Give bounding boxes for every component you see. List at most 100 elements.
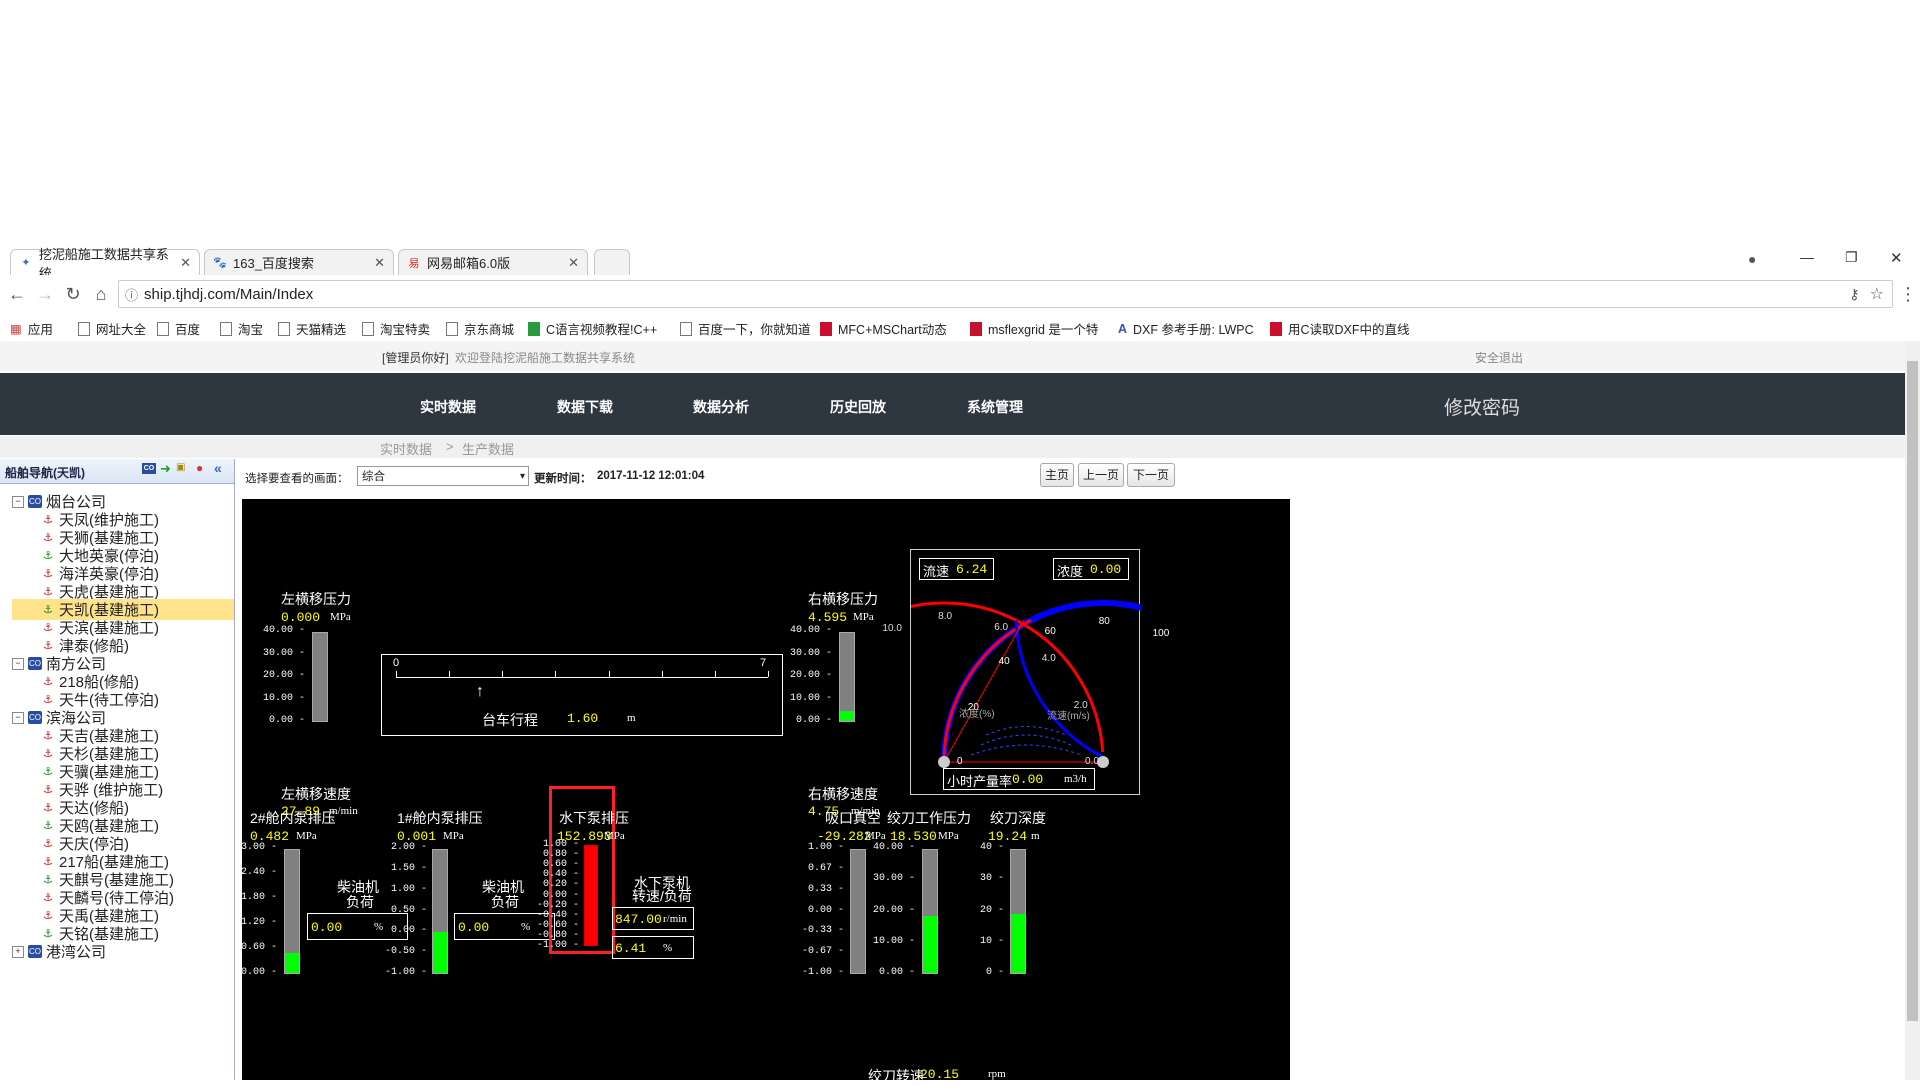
scale-tick-label: 2.00 - (390, 842, 427, 853)
collapse-toggle-icon[interactable]: − (12, 495, 24, 508)
scale-tick-label: 10.00 - (262, 692, 305, 704)
ship-status-icon: ⚓ (43, 909, 53, 922)
cutter-pressure-unit: MPa (938, 830, 959, 842)
back-icon[interactable]: ← (6, 283, 28, 305)
browser-tabstrip: ✦ 挖泥船施工数据共享系统 ✕ 🐾 163_百度搜索 ✕ 易 网易邮箱6.0版 … (0, 243, 1920, 281)
key-icon[interactable]: ⚷ (1849, 286, 1859, 303)
flow-tick-label: 10.0 (882, 622, 902, 634)
ship-status-icon: ⚓ (43, 765, 53, 778)
company-view-icon[interactable]: CO (142, 463, 156, 474)
collapse-toggle-icon[interactable]: − (12, 657, 24, 670)
sidebar-title: 船舶导航(天凯) (5, 466, 85, 480)
menu-icon[interactable]: ⋮ (1897, 283, 1919, 305)
pro-icon[interactable]: ▣ (176, 462, 185, 473)
right-shift-speed-label: 右横移速度 (808, 786, 878, 802)
new-tab-button[interactable] (594, 249, 630, 275)
home-page-button[interactable]: 主页 (1040, 463, 1074, 487)
close-icon[interactable]: ✕ (374, 255, 385, 271)
arrow-icon[interactable]: ➜ (160, 461, 171, 477)
page-icon (446, 321, 458, 336)
bar-fill (585, 846, 597, 945)
bookmark-item[interactable]: MFC+MSChart动态 (820, 319, 947, 338)
next-page-button[interactable]: 下一页 (1127, 463, 1175, 487)
ship-status-icon: ⚓ (43, 927, 53, 940)
collapse-toggle-icon[interactable]: − (12, 711, 24, 724)
scale-tick-label: 40.00 - (262, 625, 305, 636)
tab-baidu[interactable]: 🐾 163_百度搜索 ✕ (204, 249, 394, 275)
carriage-unit: m (627, 712, 636, 724)
reload-icon[interactable]: ↻ (62, 283, 84, 305)
scale-tick-label: 20.00 - (872, 904, 915, 916)
nav-download[interactable]: 数据下载 (557, 397, 613, 417)
tree-company-node[interactable]: + CO 港湾公司 (12, 941, 106, 962)
nav-system[interactable]: 系统管理 (967, 397, 1023, 417)
bookmark-item[interactable]: 淘宝特卖 (362, 319, 430, 338)
screen-select[interactable]: 综合 ▾ (357, 466, 529, 486)
carriage-scale (396, 677, 768, 678)
welcome-text: 欢迎登陆挖泥船施工数据共享系统 (455, 351, 636, 365)
underwater-motor-load-box: 6.41 % (612, 936, 694, 959)
ship-status-icon: ⚓ (43, 603, 53, 616)
window-close-icon[interactable]: ✕ (1890, 249, 1903, 267)
ship-status-icon: ⚓ (43, 567, 53, 580)
map-pin-icon[interactable]: ● (196, 461, 203, 475)
minimize-icon[interactable]: — (1800, 249, 1814, 265)
prev-page-button[interactable]: 上一页 (1078, 463, 1124, 487)
bookmark-item[interactable]: 网址大全 (78, 319, 146, 338)
change-password-link[interactable]: 修改密码 (1444, 393, 1520, 420)
bookmark-item[interactable]: 用C读取DXF中的直线 (1270, 319, 1410, 338)
csdn-icon (820, 321, 832, 336)
page-icon (680, 321, 692, 336)
carriage-tick (449, 671, 451, 677)
tab-ship-system[interactable]: ✦ 挖泥船施工数据共享系统 ✕ (10, 247, 200, 281)
bookmark-item[interactable]: 天猫精选 (278, 319, 346, 338)
scale-tick-label: 40.00 - (872, 842, 915, 853)
profile-icon[interactable]: ● (1748, 251, 1756, 267)
pump2-unit: MPa (296, 830, 317, 842)
scada-screen: 左横移压力 0.000 MPa 40.00 -30.00 -20.00 -10.… (240, 499, 1290, 1084)
scale-tick-label: 1.80 - (240, 892, 277, 903)
home-icon[interactable]: ⌂ (90, 283, 112, 305)
bar-fill (923, 916, 937, 973)
restore-icon[interactable]: ❐ (1845, 249, 1858, 266)
cutter-depth-bar (1010, 849, 1026, 974)
flow-tick-label: 4.0 (1041, 652, 1056, 664)
page-scrollbar[interactable] (1905, 341, 1920, 1080)
user-greeting: [管理员你好] (382, 351, 449, 365)
logout-link[interactable]: 安全退出 (1475, 349, 1523, 366)
cutter-pressure-scale: 40.00 - 30.00 - 20.00 - 10.00 - 0.00 - (873, 842, 915, 978)
close-icon[interactable]: ✕ (180, 255, 191, 271)
bookmark-item[interactable]: 京东商城 (446, 319, 514, 338)
bookmark-item[interactable]: C语言视频教程!C++ (528, 319, 657, 338)
collapse-icon[interactable]: « (214, 460, 222, 476)
left-shift-pressure-value: 0.000 (281, 610, 321, 625)
close-icon[interactable]: ✕ (568, 255, 579, 271)
forward-icon[interactable]: → (34, 283, 56, 305)
bookmark-item[interactable]: 百度一下，你就知道 (680, 319, 811, 338)
page-icon (220, 321, 232, 336)
bookmark-item[interactable]: 淘宝 (220, 319, 263, 338)
bookmark-item[interactable]: A DXF 参考手册: LWPC (1118, 319, 1254, 338)
scale-tick-label: -1.00 - (801, 967, 844, 978)
ship-status-icon: ⚓ (43, 693, 53, 706)
scrollbar-thumb[interactable] (1907, 361, 1918, 1021)
scale-tick-label: 0.50 - (390, 904, 427, 916)
breadcrumb: 实时数据 > 生产数据 (0, 436, 1905, 458)
nav-playback[interactable]: 历史回放 (830, 397, 886, 417)
bookmark-apps[interactable]: ▦ 应用 (10, 319, 53, 338)
nav-realtime[interactable]: 实时数据 (420, 397, 476, 417)
carriage-tick (714, 671, 716, 677)
url-field[interactable]: ⓘ ship.tjhdj.com/Main/Index ⚷ ☆ (118, 280, 1893, 308)
star-icon[interactable]: ☆ (1870, 284, 1884, 304)
bookmark-item[interactable]: 百度 (157, 319, 200, 338)
breadcrumb-separator: > (446, 439, 454, 454)
netease-icon: 易 (408, 257, 420, 270)
expand-toggle-icon[interactable]: + (12, 945, 24, 958)
diesel2-label-load: 负荷 (346, 894, 374, 910)
nav-analysis[interactable]: 数据分析 (693, 397, 749, 417)
breadcrumb-root[interactable]: 实时数据 (380, 439, 432, 458)
tab-netease[interactable]: 易 网易邮箱6.0版 ✕ (398, 249, 588, 275)
bookmark-item[interactable]: msflexgrid 是一个特 (970, 319, 1098, 338)
scale-tick-label: -0.33 - (801, 925, 844, 937)
ship-status-icon: ⚓ (43, 891, 53, 904)
